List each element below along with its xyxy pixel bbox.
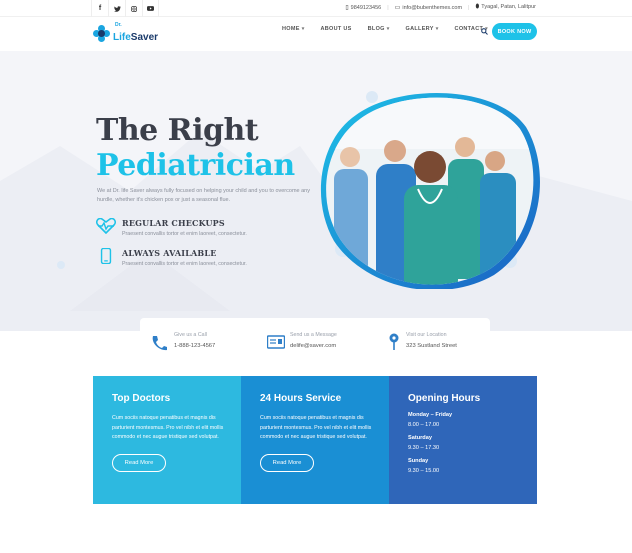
hero-description: We at Dr. life Saver always fully focuse… [97, 188, 310, 203]
nav-gallery[interactable]: GALLERY ▾ [398, 26, 447, 32]
card-text: Cum sociis natoque penatibus et magnis d… [260, 415, 372, 440]
card-top-doctors: Top Doctors Cum sociis natoque penatibus… [93, 376, 241, 504]
nav-blog[interactable]: BLOG ▾ [360, 26, 398, 32]
hero-doctors-image [320, 93, 540, 289]
hero-title-line2: Pediatrician [96, 148, 295, 183]
site-header: Dr. LifeSaver HOME ▾ ABOUT US BLOG ▾ GALLE… [0, 17, 632, 51]
hours-day: Sunday [408, 458, 429, 464]
read-more-button[interactable]: Read More [112, 453, 166, 472]
contact-message[interactable]: Send us a Message delife@saver.com [267, 332, 337, 349]
chevron-down-icon: ▾ [386, 26, 390, 32]
logo-mark-icon [93, 24, 111, 43]
phone-icon [152, 336, 167, 351]
hours-day: Monday – Friday [408, 412, 453, 418]
nav-contact[interactable]: CONTACT ▾ [447, 26, 496, 32]
feature-title: ALWAYS AVAILABLE [122, 248, 217, 258]
nav-home[interactable]: HOME ▾ [274, 26, 313, 32]
search-icon[interactable] [481, 28, 488, 35]
feature-regular-checkups: REGULAR CHECKUPS Praesent convallis tort… [96, 218, 247, 237]
top-email[interactable]: ▭ info@bubenthemes.com [395, 4, 462, 11]
mobile-phone-icon [100, 248, 112, 264]
contact-strip: Give us a Call 1-888-123-4567 Send us a M… [140, 318, 490, 364]
location-pin-icon [389, 333, 399, 350]
location-pin-icon: ⬮ [475, 4, 480, 10]
youtube-icon[interactable] [142, 0, 159, 17]
heartbeat-icon [96, 218, 116, 234]
card-title: 24 Hours Service [260, 393, 342, 404]
instagram-icon[interactable] [125, 0, 142, 17]
card-title: Top Doctors [112, 393, 171, 404]
social-links: f [91, 0, 159, 17]
message-icon [267, 335, 285, 349]
book-now-button[interactable]: BOOK NOW [492, 23, 537, 40]
divider: | [468, 4, 470, 11]
feature-always-available: ALWAYS AVAILABLE Praesent convallis tort… [96, 248, 247, 267]
chevron-down-icon: ▾ [301, 26, 305, 32]
hero-title-line1: The Right [96, 113, 259, 148]
hours-time: 8.00 – 17.00 [408, 422, 440, 428]
top-location: ⬮ Tyagal, Patan, Lalitpur [475, 4, 536, 10]
logo-prefix: Dr. [115, 22, 122, 28]
hero-section: The Right Pediatrician We at Dr. life Sa… [0, 51, 632, 331]
hours-day: Saturday [408, 435, 432, 441]
message-icon: ▭ [394, 5, 401, 11]
read-more-button[interactable]: Read More [260, 453, 314, 472]
mobile-icon: ▯ [345, 5, 349, 11]
logo[interactable]: Dr. LifeSaver [93, 23, 158, 44]
divider: | [387, 4, 389, 11]
logo-name-life: Life [113, 32, 131, 43]
feature-text: Praesent convallis tortor et enim laoree… [122, 261, 247, 267]
nav-about[interactable]: ABOUT US [313, 26, 360, 32]
feature-title: REGULAR CHECKUPS [122, 218, 225, 228]
top-bar: f ▯ 9849123456 | ▭ info@bubenthemes.com | … [0, 0, 632, 17]
card-text: Cum sociis natoque penatibus et magnis d… [112, 415, 224, 440]
top-contact-info: ▯ 9849123456 | ▭ info@bubenthemes.com | ⬮ T… [345, 4, 536, 11]
facebook-icon[interactable]: f [91, 0, 108, 17]
main-nav: HOME ▾ ABOUT US BLOG ▾ GALLERY ▾ CONTACT ▾ [274, 26, 496, 32]
hours-time: 9.30 – 15.00 [408, 468, 440, 474]
logo-name-saver: Saver [130, 32, 159, 43]
contact-call[interactable]: Give us a Call 1-888-123-4567 [150, 332, 215, 351]
hours-time: 9.30 – 17.30 [408, 445, 440, 451]
feature-text: Praesent convallis tortor et enim laoree… [122, 231, 247, 237]
card-24-hours-service: 24 Hours Service Cum sociis natoque pena… [241, 376, 389, 504]
chevron-down-icon: ▾ [435, 26, 439, 32]
card-opening-hours: Opening Hours Monday – Friday 8.00 – 17.… [389, 376, 537, 504]
twitter-icon[interactable] [108, 0, 125, 17]
contact-location[interactable]: Visit our Location 323 Sustland Street [388, 332, 457, 351]
top-phone[interactable]: ▯ 9849123456 [345, 4, 381, 11]
card-title: Opening Hours [408, 393, 481, 404]
